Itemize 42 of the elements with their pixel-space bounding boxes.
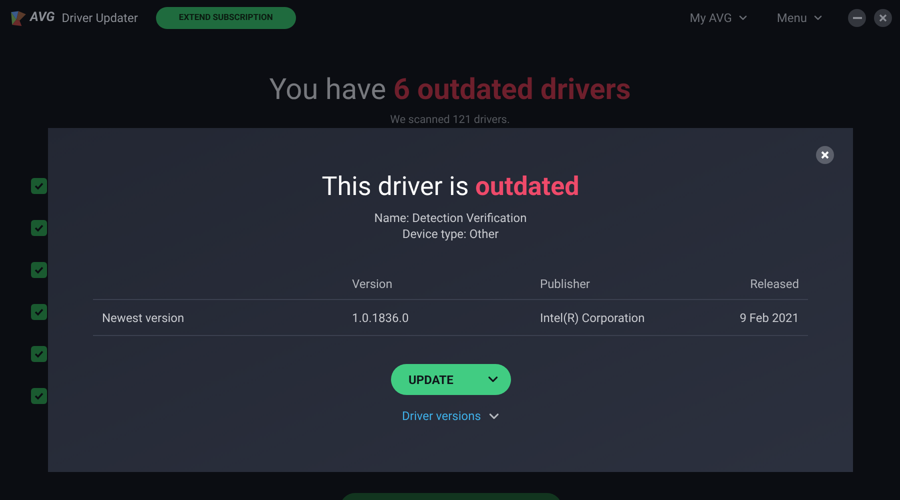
- update-button[interactable]: UPDATE: [390, 364, 510, 395]
- column-header: Publisher: [540, 276, 591, 293]
- checkmark-icon: [34, 181, 44, 191]
- close-icon: [879, 14, 887, 22]
- row-label: Newest version: [102, 310, 186, 326]
- checkmark-icon: [34, 391, 44, 401]
- checkbox[interactable]: [31, 262, 47, 278]
- close-button[interactable]: [874, 9, 892, 27]
- chevron-icon: [814, 15, 822, 21]
- dialog-title: This driver is outdated: [322, 171, 580, 204]
- column-header: Version: [352, 276, 394, 293]
- checkbox[interactable]: [31, 178, 47, 194]
- menu-dropdown[interactable]: Menu: [776, 9, 822, 27]
- close-icon: [821, 151, 829, 159]
- chevron-icon: [488, 376, 498, 383]
- checkbox[interactable]: [31, 388, 47, 404]
- column-header: Released: [750, 276, 799, 293]
- device-type: Device type: Other: [402, 226, 499, 242]
- app-title: Driver Updater: [62, 10, 138, 27]
- driver-versions-link[interactable]: Driver versions: [402, 407, 499, 425]
- driver-name: Name: Detection Verification: [374, 210, 527, 226]
- logo-icon: [10, 10, 27, 26]
- headline: You have 6 outdated drivers: [269, 72, 631, 108]
- close-button[interactable]: [816, 146, 834, 164]
- checkbox[interactable]: [31, 346, 47, 362]
- chevron-icon: [738, 15, 747, 21]
- table-cell-text: 1.0.1836.0: [352, 310, 410, 326]
- checkmark-icon: [34, 223, 44, 233]
- checkbox[interactable]: [31, 220, 47, 236]
- checkmark-icon: [34, 307, 44, 317]
- checkmark-icon: [34, 265, 44, 275]
- chevron-icon: [488, 412, 499, 420]
- checkbox[interactable]: [31, 304, 47, 320]
- table-cell-text: 9 Feb 2021: [740, 310, 799, 326]
- table-cell-text: Intel(R) Corporation: [540, 310, 646, 326]
- extend-subscription-button[interactable]: EXTEND SUBSCRIPTION: [156, 7, 296, 29]
- logo-text: AVG: [30, 9, 55, 28]
- minimize-icon: [852, 17, 862, 19]
- scan-summary: We scanned 121 drivers.: [390, 112, 510, 128]
- checkmark-icon: [34, 349, 44, 359]
- menu-dropdown[interactable]: My AVG: [690, 9, 747, 27]
- minimize-button[interactable]: [848, 9, 866, 27]
